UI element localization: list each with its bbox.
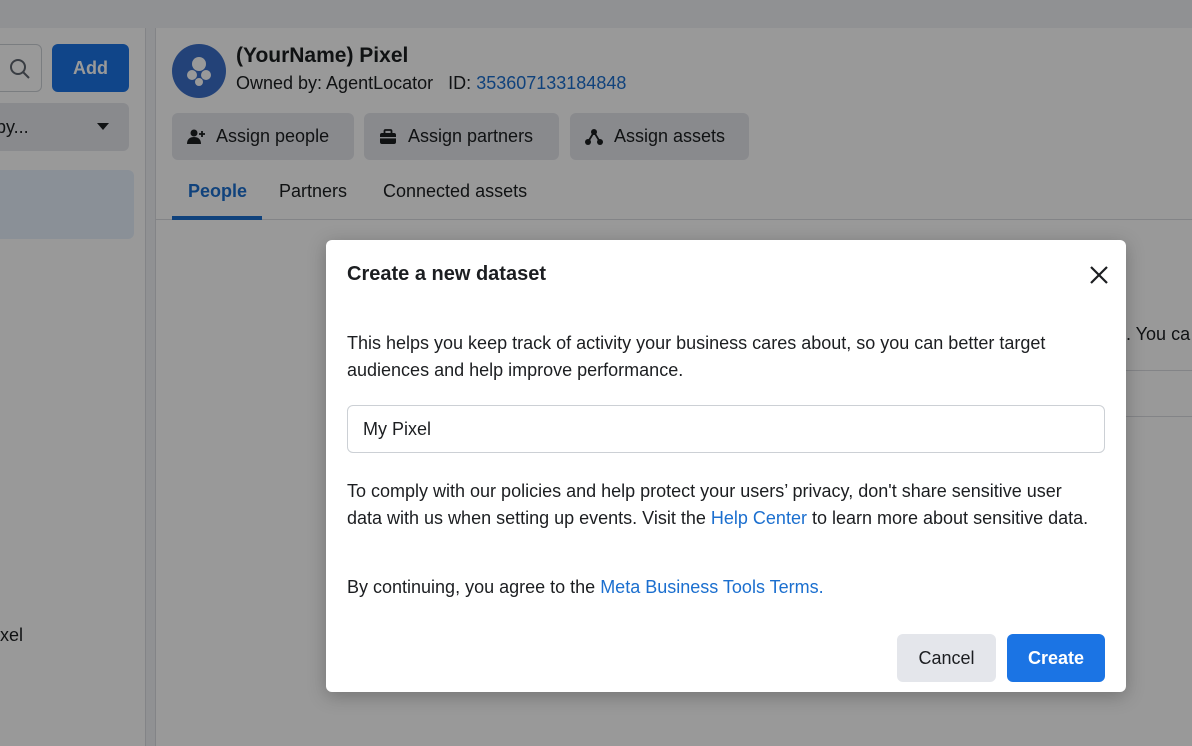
privacy-notice-text-end: to learn more about sensitive data. — [811, 508, 1089, 528]
privacy-notice: To comply with our policies and help pro… — [347, 478, 1097, 532]
dialog-description: This helps you keep track of activity yo… — [347, 333, 1046, 380]
dialog-title: Create a new dataset — [347, 263, 546, 285]
create-dataset-dialog: Create a new dataset This helps you keep… — [326, 240, 1126, 692]
terms-notice: By continuing, you agree to the Meta Bus… — [347, 574, 824, 601]
close-icon — [1090, 266, 1108, 284]
help-center-link[interactable]: Help Center — [711, 508, 807, 528]
business-tools-terms-link[interactable]: Meta Business Tools Terms. — [600, 577, 823, 597]
dataset-name-input[interactable] — [347, 405, 1105, 453]
close-button[interactable] — [1086, 262, 1112, 288]
terms-prefix: By continuing, you agree to the — [347, 577, 596, 597]
cancel-button[interactable]: Cancel — [897, 634, 996, 682]
create-button[interactable]: Create — [1007, 634, 1105, 682]
